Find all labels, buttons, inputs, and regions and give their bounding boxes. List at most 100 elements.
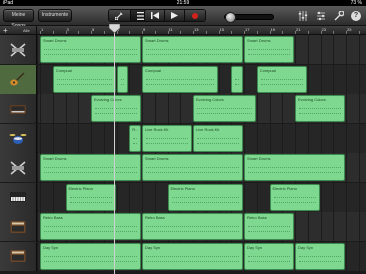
region-block[interactable]: R...	[129, 124, 141, 152]
region-name: Smart Drums	[247, 38, 271, 43]
bar-gridline	[65, 123, 67, 153]
mixer-icon[interactable]	[298, 11, 308, 21]
track-header[interactable]	[0, 35, 37, 64]
bar-gridline	[320, 182, 322, 212]
track-header[interactable]	[0, 241, 37, 271]
track-lane[interactable]: Day Syn Day Syn Day Syn Day Syn	[38, 241, 366, 271]
bar-gridline	[333, 212, 335, 241]
bar-gridline	[52, 94, 54, 123]
region-waveform	[146, 78, 214, 85]
region-block[interactable]: Electric Piano	[269, 183, 320, 211]
bar-gridline	[346, 182, 347, 212]
track-lane[interactable]: Smart Drums Smart Drums Smart Drums	[38, 153, 366, 182]
ruler-bar-label: 5	[92, 27, 95, 32]
region-block[interactable]: Retro Bass	[244, 213, 294, 240]
region-block[interactable]: Electric Piano	[167, 183, 243, 211]
bar-gridline	[320, 212, 322, 241]
region-block[interactable]: Evolving Colors	[295, 95, 345, 122]
bar-gridline	[358, 64, 360, 94]
region-block[interactable]: Smart Drums	[142, 154, 243, 181]
my-songs-button[interactable]: Meine Songs	[3, 9, 34, 29]
ruler-bar-label: 9	[143, 27, 146, 32]
region-block[interactable]: Smart Drums	[142, 36, 243, 63]
region-waveform	[120, 78, 125, 85]
guitar-view-icon[interactable]	[109, 10, 131, 21]
region-name: Day Syn	[43, 244, 59, 250]
region-block[interactable]: Electric Piano	[65, 183, 116, 211]
region-block[interactable]	[116, 65, 129, 93]
region-block[interactable]: Live Rock Kit	[142, 124, 192, 152]
track-header[interactable]	[0, 94, 37, 123]
track-lane[interactable]: Electric Piano Electric Piano Electric Pia…	[38, 182, 366, 212]
timeline-ruler[interactable]: + Alle 135791113151719212325	[0, 26, 366, 35]
region-block[interactable]: Day Syn	[142, 242, 243, 270]
region-block[interactable]: Day Syn	[40, 242, 141, 270]
region-waveform	[248, 226, 290, 232]
region-block[interactable]: Evolving Colors	[193, 95, 256, 122]
region-block[interactable]: Day Syn	[295, 242, 345, 270]
region-block[interactable]: Smart Drums	[40, 36, 141, 63]
region-block[interactable]: Retro Bass	[142, 213, 243, 240]
region-name: Retro Bass	[247, 215, 267, 220]
bar-gridline	[358, 212, 360, 241]
region-block[interactable]: Live Rock Kit	[193, 124, 243, 152]
region-name: Electric Piano	[170, 185, 195, 191]
wrench-icon[interactable]	[334, 10, 345, 21]
track-row: Day Syn Day Syn Day Syn Day Syn	[0, 241, 366, 271]
region-waveform	[44, 226, 137, 232]
all-sections-label[interactable]: Alle	[23, 26, 30, 35]
settings-icon[interactable]	[316, 11, 326, 21]
play-icon[interactable]	[165, 10, 185, 21]
track-lane[interactable]: Smart Drums Smart Drums Smart Drums	[38, 35, 366, 64]
track-header[interactable]	[0, 123, 37, 153]
track-header[interactable]	[0, 64, 37, 94]
ruler-tick	[129, 31, 131, 34]
track-header[interactable]	[0, 212, 37, 241]
ruler-tick	[256, 31, 258, 34]
bar-gridline	[116, 123, 118, 153]
track-lane[interactable]: Evolving Colors Evolving Colors Evolving C…	[38, 94, 366, 123]
region-block[interactable]: Evolving Colors	[91, 95, 141, 122]
bar-gridline	[256, 94, 258, 123]
region-block[interactable]: Compuai	[256, 65, 307, 93]
ruler-bar-label: 3	[66, 27, 69, 32]
track-header[interactable]	[0, 182, 37, 212]
ruler-bar-label: 17	[245, 27, 250, 32]
playhead-handle[interactable]	[109, 24, 120, 33]
track-lane[interactable]: Compuai Compuai Compuai	[38, 64, 366, 94]
region-name: Compuai	[145, 67, 162, 73]
instruments-button[interactable]: Instrumente	[38, 9, 72, 22]
region-name: Retro Bass	[43, 215, 63, 220]
record-button[interactable]	[185, 10, 205, 21]
ruler-tick	[346, 31, 347, 34]
region-block[interactable]: Day Syn	[244, 242, 294, 270]
region-block[interactable]: Smart Drums	[40, 154, 141, 181]
region-block[interactable]: Smart Drums	[244, 154, 345, 181]
bar-gridline	[218, 64, 220, 94]
volume-slider[interactable]	[224, 12, 274, 23]
region-name: Smart Drums	[145, 38, 169, 43]
add-section-button[interactable]: +	[3, 26, 8, 35]
bar-gridline	[346, 212, 347, 241]
region-block[interactable]	[231, 65, 243, 93]
region-block[interactable]: Compuai	[52, 65, 116, 93]
ruler-tick	[244, 31, 245, 34]
region-block[interactable]: Smart Drums	[244, 36, 294, 63]
bar-gridline	[40, 64, 41, 94]
bar-gridline	[269, 123, 271, 153]
track-row: Electric Piano Electric Piano Electric Pia…	[0, 182, 366, 212]
help-icon[interactable]: ?	[351, 11, 361, 21]
region-name: Evolving Colors	[196, 97, 224, 102]
region-block[interactable]: Compuai	[142, 65, 218, 93]
guitar-icon	[9, 71, 27, 87]
volume-knob[interactable]	[224, 12, 236, 23]
ruler-tick	[78, 31, 80, 34]
bar-gridline	[180, 94, 182, 123]
bar-gridline	[346, 94, 347, 123]
rewind-icon[interactable]	[145, 10, 165, 21]
record-icon	[192, 12, 198, 19]
region-block[interactable]: Retro Bass	[40, 213, 141, 240]
track-lane[interactable]: R... Live Rock Kit Live Rock Kit	[38, 123, 366, 153]
track-lane[interactable]: Retro Bass Retro Bass Retro Bass	[38, 212, 366, 241]
track-header[interactable]	[0, 153, 37, 182]
